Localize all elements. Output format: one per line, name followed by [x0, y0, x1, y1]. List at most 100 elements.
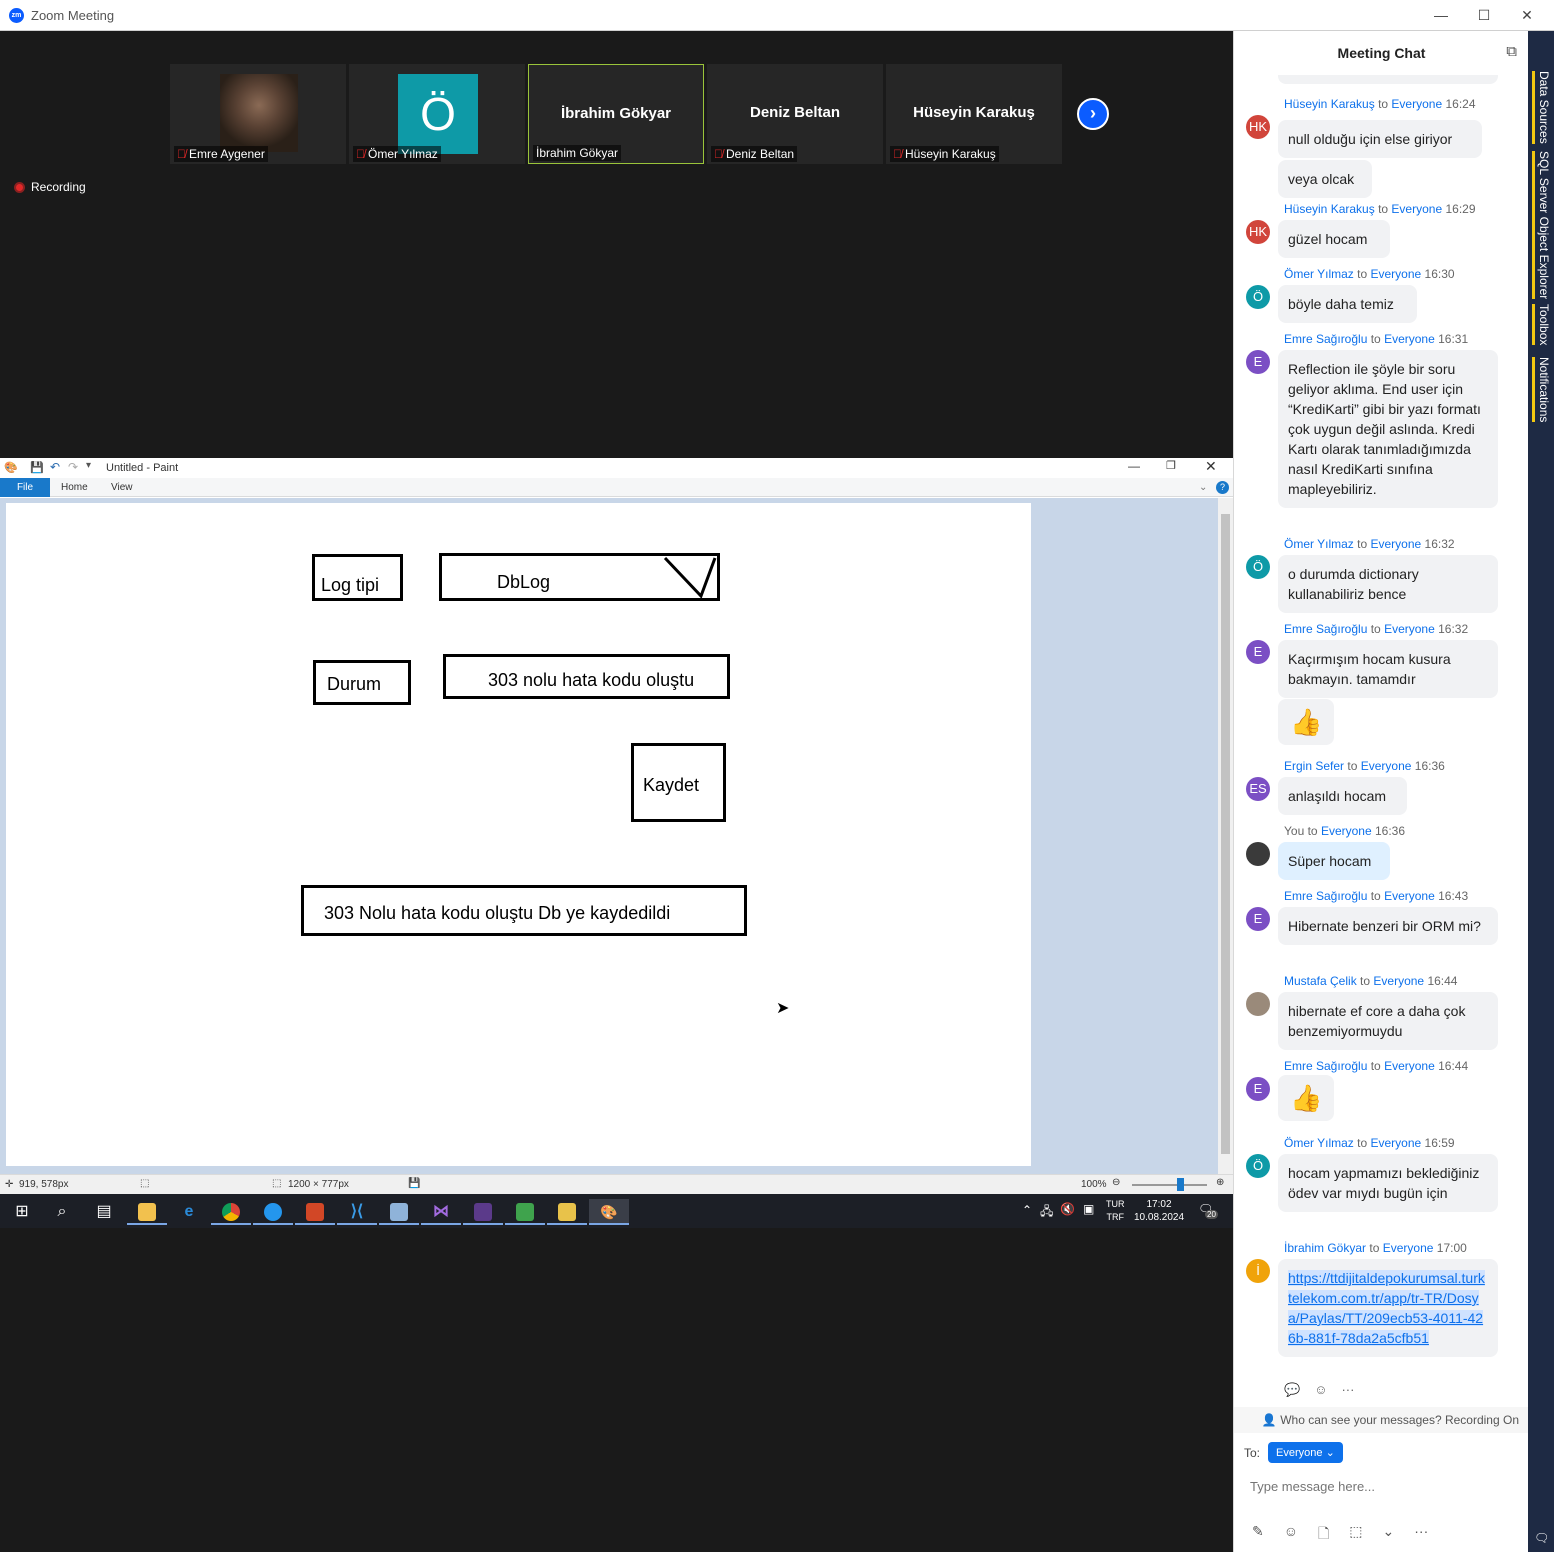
- message-recipient[interactable]: Everyone: [1361, 759, 1412, 773]
- message-sender[interactable]: Ömer Yılmaz: [1284, 1136, 1354, 1150]
- message-recipient[interactable]: Everyone: [1383, 1241, 1434, 1255]
- sender-avatar[interactable]: E: [1246, 1077, 1270, 1101]
- message-bubble[interactable]: veya olcak: [1278, 160, 1372, 198]
- message-bubble[interactable]: Hibernate benzeri bir ORM mi?: [1278, 907, 1498, 945]
- participant-tile[interactable]: 🎙̸ Emre Aygener: [170, 64, 346, 164]
- side-tab-sql-server-object-explorer[interactable]: SQL Server Object Explorer: [1532, 151, 1551, 300]
- privacy-notice[interactable]: 👤 Who can see your messages? Recording O…: [1234, 1407, 1529, 1433]
- powerpoint-icon[interactable]: [295, 1199, 335, 1225]
- tab-home[interactable]: Home: [61, 478, 88, 497]
- chrome-icon[interactable]: [211, 1199, 251, 1225]
- message-recipient[interactable]: Everyone: [1321, 824, 1372, 838]
- message-bubble[interactable]: o durumda dictionary kullanabiliriz benc…: [1278, 555, 1498, 613]
- message-sender[interactable]: Hüseyin Karakuş: [1284, 97, 1375, 111]
- sender-avatar[interactable]: Ö: [1246, 555, 1270, 579]
- recording-indicator[interactable]: Recording: [14, 180, 86, 194]
- sender-avatar[interactable]: Ö: [1246, 285, 1270, 309]
- message-sender[interactable]: Hüseyin Karakuş: [1284, 202, 1375, 216]
- message-recipient[interactable]: Everyone: [1384, 622, 1435, 636]
- volume-muted-icon[interactable]: 🔇: [1060, 1202, 1075, 1216]
- message-recipient[interactable]: Everyone: [1371, 267, 1422, 281]
- message-bubble[interactable]: güzel hocam: [1278, 220, 1390, 258]
- message-sender[interactable]: You: [1284, 824, 1304, 838]
- participant-tile[interactable]: Hüseyin Karakuş 🎙̸ Hüseyin Karakuş: [886, 64, 1062, 164]
- recipient-select[interactable]: Everyone ⌄: [1268, 1442, 1343, 1463]
- message-bubble[interactable]: böyle daha temiz: [1278, 285, 1417, 323]
- message-sender[interactable]: Emre Sağıroğlu: [1284, 1059, 1367, 1073]
- vscode-icon[interactable]: ⟩⟨: [337, 1199, 377, 1225]
- tab-file[interactable]: File: [0, 478, 50, 497]
- language-indicator[interactable]: TUR TRF: [1106, 1198, 1125, 1224]
- sender-avatar[interactable]: HK: [1246, 220, 1270, 244]
- terminal-app-icon[interactable]: [463, 1199, 503, 1225]
- message-sender[interactable]: Emre Sağıroğlu: [1284, 332, 1367, 346]
- message-bubble[interactable]: Süper hocam: [1278, 842, 1390, 880]
- docker-icon[interactable]: [253, 1199, 293, 1225]
- minimize-button[interactable]: —: [1430, 5, 1452, 25]
- format-text-icon[interactable]: ✎: [1252, 1523, 1264, 1547]
- tab-view[interactable]: View: [111, 478, 133, 497]
- undo-icon[interactable]: ↶: [50, 460, 60, 474]
- notes-app-icon[interactable]: [379, 1199, 419, 1225]
- sender-avatar[interactable]: [1246, 842, 1270, 866]
- participant-tile[interactable]: Ö 🎙̸ Ömer Yılmaz: [349, 64, 525, 164]
- side-tab-data-sources[interactable]: Data Sources: [1532, 71, 1551, 144]
- ribbon-collapse-icon[interactable]: ⌄: [1199, 478, 1207, 497]
- message-sender[interactable]: İbrahim Gökyar: [1284, 1241, 1366, 1255]
- sender-avatar[interactable]: Ö: [1246, 1154, 1270, 1178]
- redo-icon[interactable]: ↷: [68, 460, 78, 474]
- help-icon[interactable]: ?: [1216, 481, 1229, 494]
- paint-restore-button[interactable]: ❐: [1166, 459, 1176, 472]
- message-sender[interactable]: Ergin Sefer: [1284, 759, 1344, 773]
- sender-avatar[interactable]: [1246, 992, 1270, 1016]
- message-recipient[interactable]: Everyone: [1371, 1136, 1422, 1150]
- zoom-slider[interactable]: [1132, 1178, 1207, 1191]
- message-bubble[interactable]: hibernate ef core a daha çok benzemiyorm…: [1278, 992, 1498, 1050]
- message-bubble[interactable]: null olduğu için else giriyor: [1278, 120, 1482, 158]
- reply-icon[interactable]: 💬: [1284, 1382, 1300, 1398]
- task-view-icon[interactable]: ▤: [84, 1199, 124, 1225]
- quick-access-dropdown-icon[interactable]: ▾: [86, 460, 91, 471]
- message-recipient[interactable]: Everyone: [1384, 332, 1435, 346]
- paint-vertical-scrollbar[interactable]: [1218, 498, 1233, 1174]
- side-tab-toolbox[interactable]: Toolbox: [1532, 304, 1551, 346]
- paint-close-button[interactable]: ✕: [1205, 458, 1217, 475]
- participant-tile[interactable]: Deniz Beltan 🎙̸ Deniz Beltan: [707, 64, 883, 164]
- save-icon[interactable]: 💾: [30, 461, 44, 474]
- message-sender[interactable]: Mustafa Çelik: [1284, 974, 1357, 988]
- green-app-icon[interactable]: [505, 1199, 545, 1225]
- side-tab-notifications[interactable]: Notifications: [1532, 357, 1551, 423]
- message-recipient[interactable]: Everyone: [1384, 889, 1435, 903]
- taskbar-clock[interactable]: 17:02 10.08.2024: [1134, 1198, 1184, 1224]
- snipping-tool-icon[interactable]: [547, 1199, 587, 1225]
- zoom-out-icon[interactable]: ⊖: [1112, 1177, 1120, 1188]
- shared-link[interactable]: https://ttdijitaldepokurumsal.turkteleko…: [1288, 1270, 1485, 1346]
- message-sender[interactable]: Ömer Yılmaz: [1284, 267, 1354, 281]
- chevron-down-icon[interactable]: ⌄: [1383, 1523, 1395, 1547]
- screenshot-icon[interactable]: ⬚: [1349, 1523, 1362, 1547]
- more-icon[interactable]: ···: [1414, 1523, 1428, 1547]
- paint-minimize-button[interactable]: —: [1128, 459, 1140, 473]
- feedback-icon[interactable]: 🗨: [1534, 1531, 1549, 1545]
- chat-message-input[interactable]: [1250, 1475, 1510, 1497]
- message-bubble[interactable]: https://ttdijitaldepokurumsal.turkteleko…: [1278, 1259, 1498, 1357]
- next-page-arrow-icon[interactable]: ›: [1077, 98, 1109, 130]
- sender-avatar[interactable]: E: [1246, 640, 1270, 664]
- participant-tile-active-speaker[interactable]: İbrahim Gökyar İbrahim Gökyar: [528, 64, 704, 164]
- message-recipient[interactable]: Everyone: [1391, 202, 1442, 216]
- display-icon[interactable]: ▣: [1083, 1202, 1094, 1216]
- message-recipient[interactable]: Everyone: [1384, 1059, 1435, 1073]
- file-attach-icon[interactable]: 🗋: [1318, 1523, 1329, 1547]
- message-sender[interactable]: Ömer Yılmaz: [1284, 537, 1354, 551]
- paint-taskbar-icon[interactable]: 🎨: [589, 1199, 629, 1225]
- message-sender[interactable]: Emre Sağıroğlu: [1284, 889, 1367, 903]
- show-hidden-icons-icon[interactable]: ⌃: [1022, 1203, 1032, 1217]
- message-bubble[interactable]: Kaçırmışım hocam kusura bakmayın. tamamd…: [1278, 640, 1498, 698]
- zoom-in-icon[interactable]: ⊕: [1216, 1177, 1224, 1188]
- thumbs-up-reaction[interactable]: 👍: [1278, 699, 1334, 745]
- visual-studio-icon[interactable]: ⋈: [421, 1199, 461, 1225]
- message-recipient[interactable]: Everyone: [1371, 537, 1422, 551]
- message-bubble[interactable]: anlaşıldı hocam: [1278, 777, 1407, 815]
- thumbs-up-reaction[interactable]: 👍: [1278, 1075, 1334, 1121]
- sender-avatar[interactable]: E: [1246, 907, 1270, 931]
